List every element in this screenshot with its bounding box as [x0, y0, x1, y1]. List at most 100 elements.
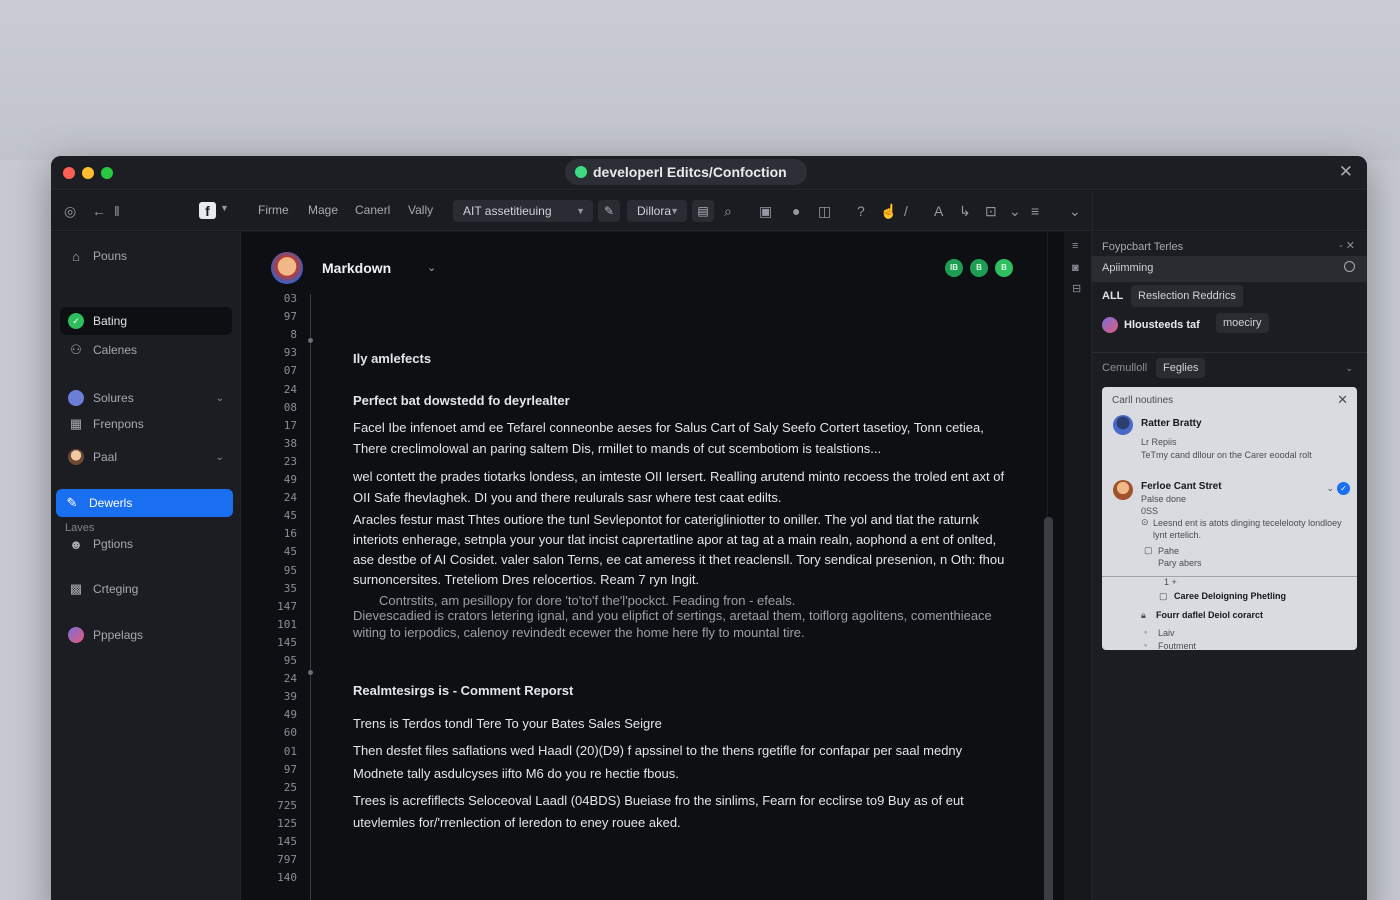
sidebar-item-label: Pppelags [93, 628, 144, 642]
line-number: 125 [277, 816, 297, 830]
menu-item-2[interactable]: Mage [308, 203, 338, 217]
line-number: 95 [283, 654, 297, 667]
sidebar-item-bating[interactable]: ✓ Bating [60, 307, 232, 335]
sidebar-item-dewerls[interactable]: ✎ Dewerls [56, 489, 233, 517]
entry-name[interactable]: Ratter Bratty [1141, 418, 1202, 429]
entry-title[interactable]: Fourr daflel Deiol corarct [1156, 610, 1263, 620]
menu-item-3[interactable]: Canerl [355, 203, 390, 217]
fold-marker-icon[interactable] [308, 670, 313, 675]
status-badge[interactable]: B [970, 259, 988, 277]
bookmark-icon[interactable]: ⊟ [1072, 282, 1081, 295]
close-icon[interactable]: ✕ [1339, 162, 1353, 182]
close-icon[interactable]: - ✕ [1339, 239, 1355, 252]
line-number: 147 [277, 599, 297, 613]
sidebar-item-calenes[interactable]: ⚇ Calenes [60, 336, 232, 364]
chevron-down-icon[interactable]: ⌄ [216, 452, 224, 463]
tab-chip[interactable]: Reslection Reddrics [1131, 285, 1243, 307]
card-title: Carll noutines [1112, 395, 1174, 406]
side-rail: ≡ ◙ ⊟ [1064, 232, 1092, 900]
sidebar: ⌂ Pouns ✓ Bating ⚇ Calenes Laves Solures… [51, 232, 241, 900]
sidebar-item-crteging[interactable]: ▩ Crteging [60, 575, 232, 603]
menu-item-1[interactable]: Firme [258, 203, 289, 217]
status-badge[interactable]: B [995, 259, 1013, 277]
link-icon[interactable]: ↳ [959, 201, 971, 221]
text-icon[interactable]: A [934, 201, 943, 221]
line-number: 60 [283, 726, 297, 740]
sidebar-item-pppelags[interactable]: Pppelags [60, 621, 232, 649]
panel-title: Foypcbart Terles [1102, 241, 1184, 253]
wand-icon[interactable]: ✎ [598, 200, 620, 222]
sidebar-item-frenpons[interactable]: ▦ Frenpons [60, 410, 232, 438]
chevron-down-icon[interactable]: ▼ [220, 203, 229, 213]
chevron-down-icon[interactable]: ⌄ [1069, 201, 1081, 221]
circle-icon[interactable] [1344, 261, 1355, 272]
calendar-icon: ▦ [69, 416, 83, 431]
zoom-icon[interactable]: ● [792, 201, 800, 221]
image-icon[interactable]: ⊡ [985, 201, 997, 221]
chevron-down-icon[interactable]: ⌄ [216, 393, 224, 404]
card-divider [1102, 576, 1357, 577]
close-icon[interactable]: ✕ [1337, 392, 1348, 408]
chevron-down-icon[interactable]: ⌄ [1345, 363, 1353, 374]
sidebar-item-label: Dewerls [89, 496, 133, 510]
search-icon[interactable]: ⌕ [724, 201, 732, 221]
tab-all[interactable]: ALL [1102, 290, 1123, 302]
check-icon[interactable]: ✓ [1337, 482, 1350, 495]
bullet-icon: ◦ [1144, 640, 1148, 650]
chevron-down-icon[interactable]: ⌄ [1326, 483, 1334, 494]
hand-icon[interactable]: ☝ [880, 201, 897, 221]
chevron-down-icon[interactable]: ⌄ [1009, 201, 1021, 221]
help-icon[interactable]: ? [857, 201, 865, 221]
layout-icon[interactable]: ▣ [759, 201, 772, 221]
desktop-background [0, 0, 1400, 160]
camera-icon[interactable]: ◙ [1072, 262, 1079, 274]
globe-icon[interactable]: ◎ [64, 201, 76, 221]
frame-icon[interactable]: ◫ [818, 201, 831, 221]
pause-icon[interactable]: ‖ [114, 201, 120, 221]
entry-name[interactable]: Ferloe Cant Stret [1141, 481, 1222, 492]
entry-subtext: 1 + [1164, 577, 1177, 587]
right-panel: Foypcbart Terles - ✕ Apiimming ALL Resle… [1092, 232, 1367, 900]
panel-filter-bar[interactable]: Apiimming [1092, 256, 1367, 282]
fold-marker-icon[interactable] [308, 338, 313, 343]
title-bar: developerl Editcs/Confoction ✕ [51, 156, 1367, 190]
list-icon[interactable]: ≡ [1031, 201, 1039, 221]
back-arrow-icon[interactable]: ← [92, 201, 106, 221]
pen-icon[interactable]: / [904, 201, 908, 221]
line-number: 140 [277, 871, 297, 885]
chevron-down-icon[interactable]: ⌄ [427, 261, 436, 274]
mode-select[interactable]: Dillora ▼ [627, 200, 687, 222]
line-number: 725 [277, 798, 297, 812]
sidebar-item-solures[interactable]: Solures ⌄ [60, 384, 232, 412]
user-chip[interactable]: moeciry [1216, 313, 1269, 333]
line-number: 38 [283, 436, 297, 450]
notifications-card: Carll noutines ✕ Ratter Bratty Lr Repiis… [1102, 387, 1357, 650]
document-icon[interactable]: ▤ [692, 200, 714, 222]
avatar[interactable] [271, 252, 303, 284]
status-badge[interactable]: IB [945, 259, 963, 277]
user-row[interactable]: Hlousteeds taf [1102, 317, 1200, 333]
entry-subtext: TeTmy cand dllour on the Carer eoodal ro… [1141, 450, 1312, 460]
line-number: 16 [283, 527, 297, 541]
line-number: 49 [283, 708, 297, 722]
menu-icon[interactable]: ≡ [1072, 240, 1078, 252]
section-chip[interactable]: Feglies [1156, 358, 1206, 378]
scrollbar[interactable] [1044, 517, 1053, 900]
sidebar-item-pgtions[interactable]: ☻ Pgtions [60, 530, 232, 558]
line-number: 01 [283, 744, 297, 758]
mode-select-value: Dillora [637, 204, 672, 218]
chevron-down-icon: ▼ [670, 206, 679, 216]
line-number: 797 [277, 853, 297, 867]
entry-subtext: Pary abers [1158, 558, 1202, 568]
assistant-select[interactable]: AIT assetitieuing ▼ [453, 200, 593, 222]
sidebar-item-home[interactable]: ⌂ Pouns [60, 242, 232, 270]
sidebar-item-paal[interactable]: Paal ⌄ [60, 443, 232, 471]
minimize-window-button[interactable] [82, 167, 94, 179]
tag-icon: ✎ [66, 495, 78, 510]
menu-item-4[interactable]: Vally [408, 203, 433, 217]
close-window-button[interactable] [63, 167, 75, 179]
facebook-icon[interactable]: f [199, 202, 216, 219]
entry-title[interactable]: Caree Deloigning Phetling [1174, 591, 1286, 601]
document-title[interactable]: Markdown [322, 260, 391, 276]
maximize-window-button[interactable] [101, 167, 113, 179]
